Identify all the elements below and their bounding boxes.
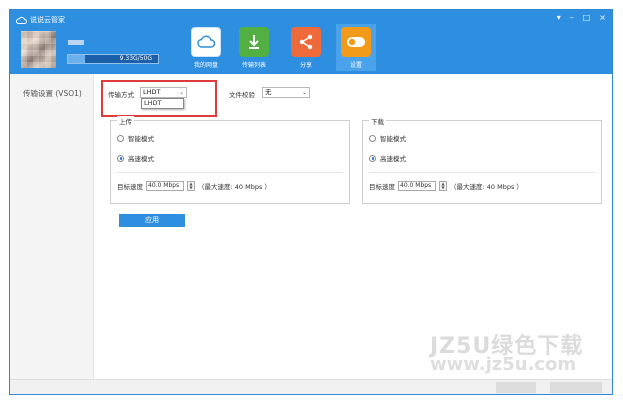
download-speed-stepper[interactable]: ▲ ▼ [439, 181, 447, 191]
title-header: 说说云管家 ▾ – □ × 9.33G/50G 我的网盘 传输列表 分享 设置 [10, 10, 612, 74]
download-max-speed: （最大速度: 40 Mbps ） [450, 183, 523, 191]
download-speed-label: 目标速度 [369, 183, 395, 191]
download-fast-mode-radio[interactable]: 高速模式 [369, 153, 406, 163]
radio-checked-icon [369, 154, 376, 162]
radio-unchecked-icon [117, 134, 124, 142]
file-check-label: 文件校验 [229, 91, 255, 99]
watermark-line2: www.jz5u.com [430, 354, 577, 375]
menu-dropdown-icon[interactable]: ▾ [557, 13, 561, 22]
avatar[interactable] [21, 31, 56, 68]
file-check-value: 无 [265, 88, 272, 96]
storage-quota-text: 9.33G/50G [119, 55, 152, 62]
window-controls: ▾ – □ × [557, 13, 606, 22]
upload-speed-input[interactable]: 40.0 Mbps [146, 181, 184, 191]
upload-fast-mode-label: 高速模式 [128, 155, 154, 163]
nav-transfer-list-label: 传输列表 [241, 62, 266, 69]
download-group: 下载 智能模式 高速模式 目标速度 40.0 Mbps ▲ ▼ （最大速度: 40… [362, 116, 602, 204]
upload-fast-mode-radio[interactable]: 高速模式 [117, 153, 154, 163]
upload-max-speed: （最大速度: 40 Mbps ） [198, 183, 271, 191]
minimize-icon[interactable]: – [570, 13, 574, 22]
app-title: 说说云管家 [30, 16, 65, 24]
screenshot-frame: 说说云管家 ▾ – □ × 9.33G/50G 我的网盘 传输列表 分享 设置 … [0, 0, 623, 404]
upload-speed-row: 目标速度 40.0 Mbps ▲ ▼ （最大速度: 40 Mbps ） [117, 181, 271, 191]
sidebar-item-transfer-settings[interactable]: 传输设置 (VSO1) [23, 88, 82, 99]
app-window: 说说云管家 ▾ – □ × 9.33G/50G 我的网盘 传输列表 分享 设置 … [9, 9, 613, 395]
restore-icon[interactable]: □ [583, 13, 591, 22]
apply-button[interactable]: 应用 [119, 214, 185, 227]
cloud-drive-icon [191, 27, 221, 57]
file-check-select[interactable]: 无 ⌄ [262, 87, 310, 98]
download-group-title: 下载 [369, 116, 386, 126]
nav-settings-label: 设置 [349, 62, 362, 69]
nav-share[interactable]: 分享 [286, 27, 326, 69]
radio-unchecked-icon [369, 134, 376, 142]
status-bar-blur [496, 382, 536, 393]
divider [117, 172, 343, 173]
settings-toggle-icon [341, 27, 371, 57]
settings-sidebar: 传输设置 (VSO1) [10, 74, 94, 379]
nav-transfer-list[interactable]: 传输列表 [234, 27, 274, 69]
upload-group-title: 上传 [117, 116, 134, 126]
nav-my-drive-label: 我的网盘 [193, 62, 218, 69]
cloud-logo-icon [16, 16, 27, 24]
upload-speed-stepper[interactable]: ▲ ▼ [187, 181, 195, 191]
upload-smart-mode-radio[interactable]: 智能模式 [117, 133, 154, 143]
download-smart-mode-label: 智能模式 [380, 135, 406, 143]
transfer-arrows-icon [239, 27, 269, 57]
nav-settings[interactable]: 设置 [336, 24, 376, 71]
download-fast-mode-label: 高速模式 [380, 155, 406, 163]
username-blurred [68, 40, 84, 45]
app-logo: 说说云管家 [16, 15, 65, 25]
storage-quota-bar: 9.33G/50G [67, 54, 159, 64]
download-speed-row: 目标速度 40.0 Mbps ▲ ▼ （最大速度: 40 Mbps ） [369, 181, 523, 191]
close-icon[interactable]: × [599, 13, 606, 22]
highlight-box [101, 80, 217, 117]
status-bar-blur [550, 382, 602, 393]
upload-smart-mode-label: 智能模式 [128, 135, 154, 143]
upload-speed-label: 目标速度 [117, 183, 143, 191]
nav-my-drive[interactable]: 我的网盘 [186, 27, 226, 69]
download-speed-input[interactable]: 40.0 Mbps [398, 181, 436, 191]
download-smart-mode-radio[interactable]: 智能模式 [369, 133, 406, 143]
upload-group: 上传 智能模式 高速模式 目标速度 40.0 Mbps ▲ ▼ （最大速度: 40… [110, 116, 350, 204]
chevron-down-icon: ⌄ [301, 89, 307, 96]
divider [369, 172, 595, 173]
nav-share-label: 分享 [299, 62, 312, 69]
share-icon [291, 27, 321, 57]
status-bar [10, 379, 612, 394]
radio-checked-icon [117, 154, 124, 162]
